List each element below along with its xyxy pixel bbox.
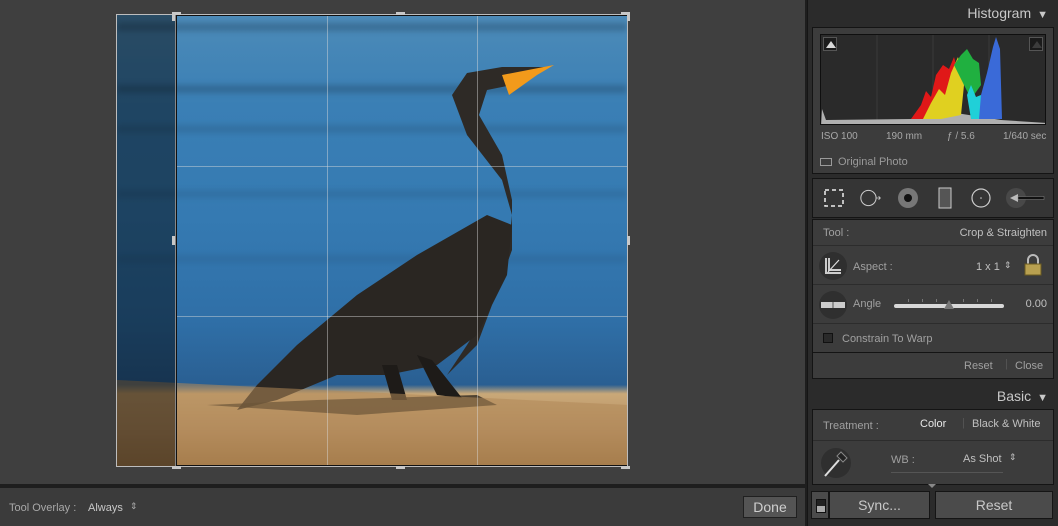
aspect-row: Aspect : 1 x 1 ⇕: [813, 247, 1053, 285]
auto-sync-toggle[interactable]: [811, 491, 829, 519]
histogram-header[interactable]: Histogram ▼: [967, 5, 1048, 21]
separator: |: [962, 417, 965, 429]
tool-strip: [812, 178, 1054, 218]
constrain-to-warp-label: Constrain To Warp: [842, 333, 933, 345]
original-photo-toggle[interactable]: Original Photo: [820, 156, 908, 168]
treatment-row: Treatment : Color | Black & White: [813, 410, 1053, 441]
tool-label: Tool :: [823, 227, 850, 239]
histogram-title: Histogram: [967, 5, 1032, 21]
crop-reset-button[interactable]: Reset: [964, 360, 993, 372]
reset-button[interactable]: Reset: [935, 491, 1053, 519]
aspect-label: Aspect :: [853, 261, 893, 273]
basic-header[interactable]: Basic ▼: [997, 388, 1048, 404]
basic-panel: Treatment : Color | Black & White WB : A…: [812, 409, 1054, 485]
basic-title: Basic: [996, 388, 1032, 404]
crop-close-button[interactable]: Close: [1015, 360, 1043, 372]
treatment-bw-button[interactable]: Black & White: [972, 418, 1040, 430]
histogram-blue: [979, 37, 1002, 119]
spot-removal-tool-icon[interactable]: [860, 187, 882, 209]
angle-value[interactable]: 0.00: [1026, 298, 1047, 310]
constrain-to-warp-checkbox[interactable]: [823, 333, 833, 343]
tool-overlay-select[interactable]: Always: [88, 502, 123, 514]
angle-label: Angle: [853, 298, 882, 310]
angle-row: Angle 0.00: [813, 286, 1053, 324]
histogram-panel: ISO 100 190 mm ƒ / 5.6 1/640 sec Origina…: [812, 27, 1054, 174]
photo-canvas: [0, 0, 805, 484]
right-panel: Histogram ▼ ISO 100 190 mm ƒ / 5.6 1/640 …: [807, 0, 1058, 526]
constrain-row: Constrain To Warp: [813, 325, 1053, 353]
tool-row: Tool : Crop & Straighten: [813, 220, 1053, 246]
crop-frame[interactable]: [175, 15, 627, 466]
crop-grid-line: [327, 16, 328, 465]
exif-focal-length: 190 mm: [886, 131, 923, 142]
wb-select[interactable]: As Shot: [963, 453, 1002, 465]
wb-eyedropper-icon[interactable]: [821, 448, 851, 478]
exif-shutter: 1/640 sec: [1003, 131, 1047, 142]
crop-handle-tl-v[interactable]: [172, 12, 175, 21]
graduated-filter-tool-icon[interactable]: [934, 187, 956, 209]
wb-divider: [891, 472, 1003, 473]
original-photo-label: Original Photo: [838, 156, 908, 168]
tool-overlay-label: Tool Overlay :: [9, 502, 77, 514]
crop-handle-bottom[interactable]: [396, 466, 405, 469]
crop-tool-icon[interactable]: [819, 252, 847, 280]
updown-arrows-icon[interactable]: ⇕: [1004, 260, 1012, 271]
adjustment-brush-tool-icon[interactable]: [1006, 187, 1046, 209]
done-button[interactable]: Done: [743, 496, 797, 518]
tool-value: Crop & Straighten: [959, 227, 1047, 239]
crop-grid-line: [177, 316, 627, 317]
angle-slider-thumb[interactable]: [944, 300, 954, 309]
crop-panel: Tool : Crop & Straighten Aspect : 1 x 1 …: [812, 219, 1054, 379]
sync-button[interactable]: Sync...: [829, 491, 930, 519]
lock-icon[interactable]: [1024, 254, 1042, 276]
histogram-chart: [821, 35, 1045, 124]
highlight-clipping-icon[interactable]: [1029, 37, 1043, 51]
crop-handle-tr-v[interactable]: [627, 12, 630, 21]
crop-grid-line: [477, 16, 478, 465]
separator: |: [1005, 358, 1008, 370]
crop-handle-left[interactable]: [172, 236, 175, 245]
crop-handle-right[interactable]: [627, 236, 630, 245]
exif-aperture: ƒ / 5.6: [947, 131, 975, 142]
exif-iso: ISO 100: [821, 131, 858, 142]
updown-arrows-icon[interactable]: ⇕: [1009, 452, 1017, 463]
bottom-toolbar: Tool Overlay : Always ⇕ Done: [0, 484, 805, 526]
crop-handle-bl[interactable]: [172, 466, 181, 469]
original-photo-checkbox[interactable]: [820, 158, 832, 167]
treatment-label: Treatment :: [823, 420, 879, 432]
collapse-triangle-icon: ▼: [1037, 392, 1048, 404]
shadow-clipping-icon[interactable]: [823, 37, 837, 51]
wb-label: WB :: [891, 454, 915, 466]
panel-collapse-arrow-icon[interactable]: [928, 484, 936, 488]
photo[interactable]: [116, 14, 628, 467]
straighten-tool-icon[interactable]: [819, 291, 847, 319]
aspect-select[interactable]: 1 x 1: [976, 261, 1000, 273]
collapse-triangle-icon: ▼: [1037, 9, 1048, 21]
crop-overlay-tool-icon[interactable]: [823, 187, 845, 209]
treatment-color-button[interactable]: Color: [920, 418, 946, 430]
crop-handle-br[interactable]: [621, 466, 630, 469]
crop-handle-top[interactable]: [396, 12, 405, 15]
radial-filter-tool-icon[interactable]: [970, 187, 992, 209]
updown-arrows-icon[interactable]: ⇕: [130, 501, 138, 512]
histogram-graph: [820, 34, 1046, 125]
crop-grid-line: [177, 166, 627, 167]
crop-dim-left: [117, 15, 176, 466]
red-eye-tool-icon[interactable]: [897, 187, 919, 209]
